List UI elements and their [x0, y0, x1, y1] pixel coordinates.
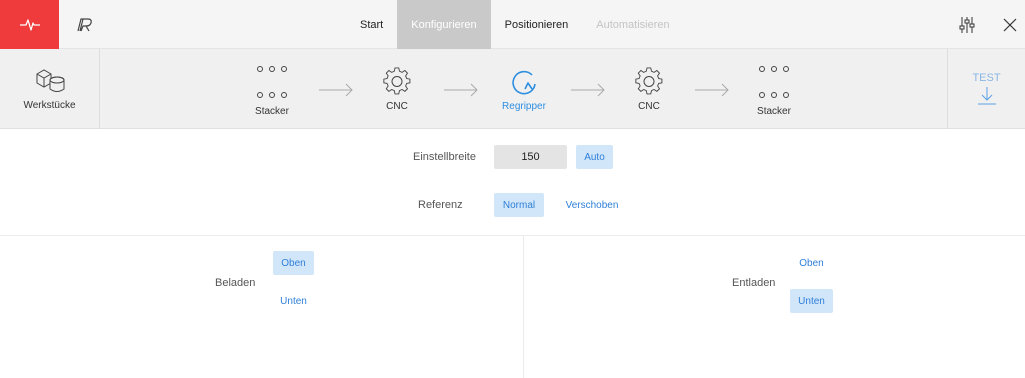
unload-top-button[interactable]: Oben — [790, 251, 833, 275]
auto-button[interactable]: Auto — [576, 145, 613, 169]
step-label: CNC — [638, 100, 660, 112]
load-label: Beladen — [215, 277, 256, 289]
gear-icon — [635, 66, 663, 94]
workpieces-button[interactable]: Werkstücke — [0, 49, 100, 129]
stacker-icon — [757, 62, 791, 106]
workpieces-label: Werkstücke — [23, 99, 76, 111]
step-cnc-2[interactable]: CNC — [599, 49, 699, 129]
section-divider — [0, 235, 1025, 236]
robot-logo-icon[interactable] — [67, 0, 105, 49]
tab-positionieren[interactable]: Positionieren — [491, 0, 583, 49]
tab-start[interactable]: Start — [346, 0, 397, 49]
step-stacker-1[interactable]: Stacker — [222, 49, 322, 129]
load-top-button[interactable]: Oben — [273, 251, 314, 275]
step-label: Regripper — [502, 100, 546, 112]
download-icon — [977, 87, 996, 105]
main-navigation: Start Konfigurieren Positionieren Automa… — [346, 0, 684, 49]
load-bottom-button[interactable]: Unten — [273, 289, 314, 313]
step-cnc-1[interactable]: CNC — [347, 49, 447, 129]
top-bar: Start Konfigurieren Positionieren Automa… — [0, 0, 1025, 49]
process-bar: Werkstücke Stacker CNC Regripper CNC Sta… — [0, 49, 1025, 129]
width-label: Einstellbreite — [413, 151, 476, 163]
test-label: TEST — [972, 72, 1001, 84]
step-stacker-2[interactable]: Stacker — [724, 49, 824, 129]
tab-konfigurieren[interactable]: Konfigurieren — [397, 0, 491, 49]
reference-normal-button[interactable]: Normal — [494, 193, 544, 217]
step-label: CNC — [386, 100, 408, 112]
tab-automatisieren: Automatisieren — [596, 18, 670, 31]
step-label: Stacker — [255, 105, 289, 117]
column-divider — [523, 235, 524, 378]
pulse-logo[interactable] — [0, 0, 59, 49]
unload-bottom-button[interactable]: Unten — [790, 289, 833, 313]
workpieces-icon — [36, 68, 64, 92]
reference-shifted-button[interactable]: Verschoben — [556, 193, 628, 217]
test-download-button[interactable]: TEST — [947, 49, 1025, 129]
regripper-icon — [512, 70, 536, 94]
step-label: Stacker — [757, 105, 791, 117]
unload-label: Entladen — [732, 277, 776, 289]
stacker-icon — [255, 62, 289, 106]
width-input[interactable]: 150 — [494, 145, 567, 169]
sliders-icon[interactable] — [949, 0, 985, 49]
pulse-icon — [19, 18, 40, 31]
gear-icon — [383, 66, 411, 94]
close-icon[interactable] — [992, 0, 1025, 49]
step-regripper[interactable]: Regripper — [474, 49, 574, 129]
reference-label: Referenz — [418, 199, 463, 211]
